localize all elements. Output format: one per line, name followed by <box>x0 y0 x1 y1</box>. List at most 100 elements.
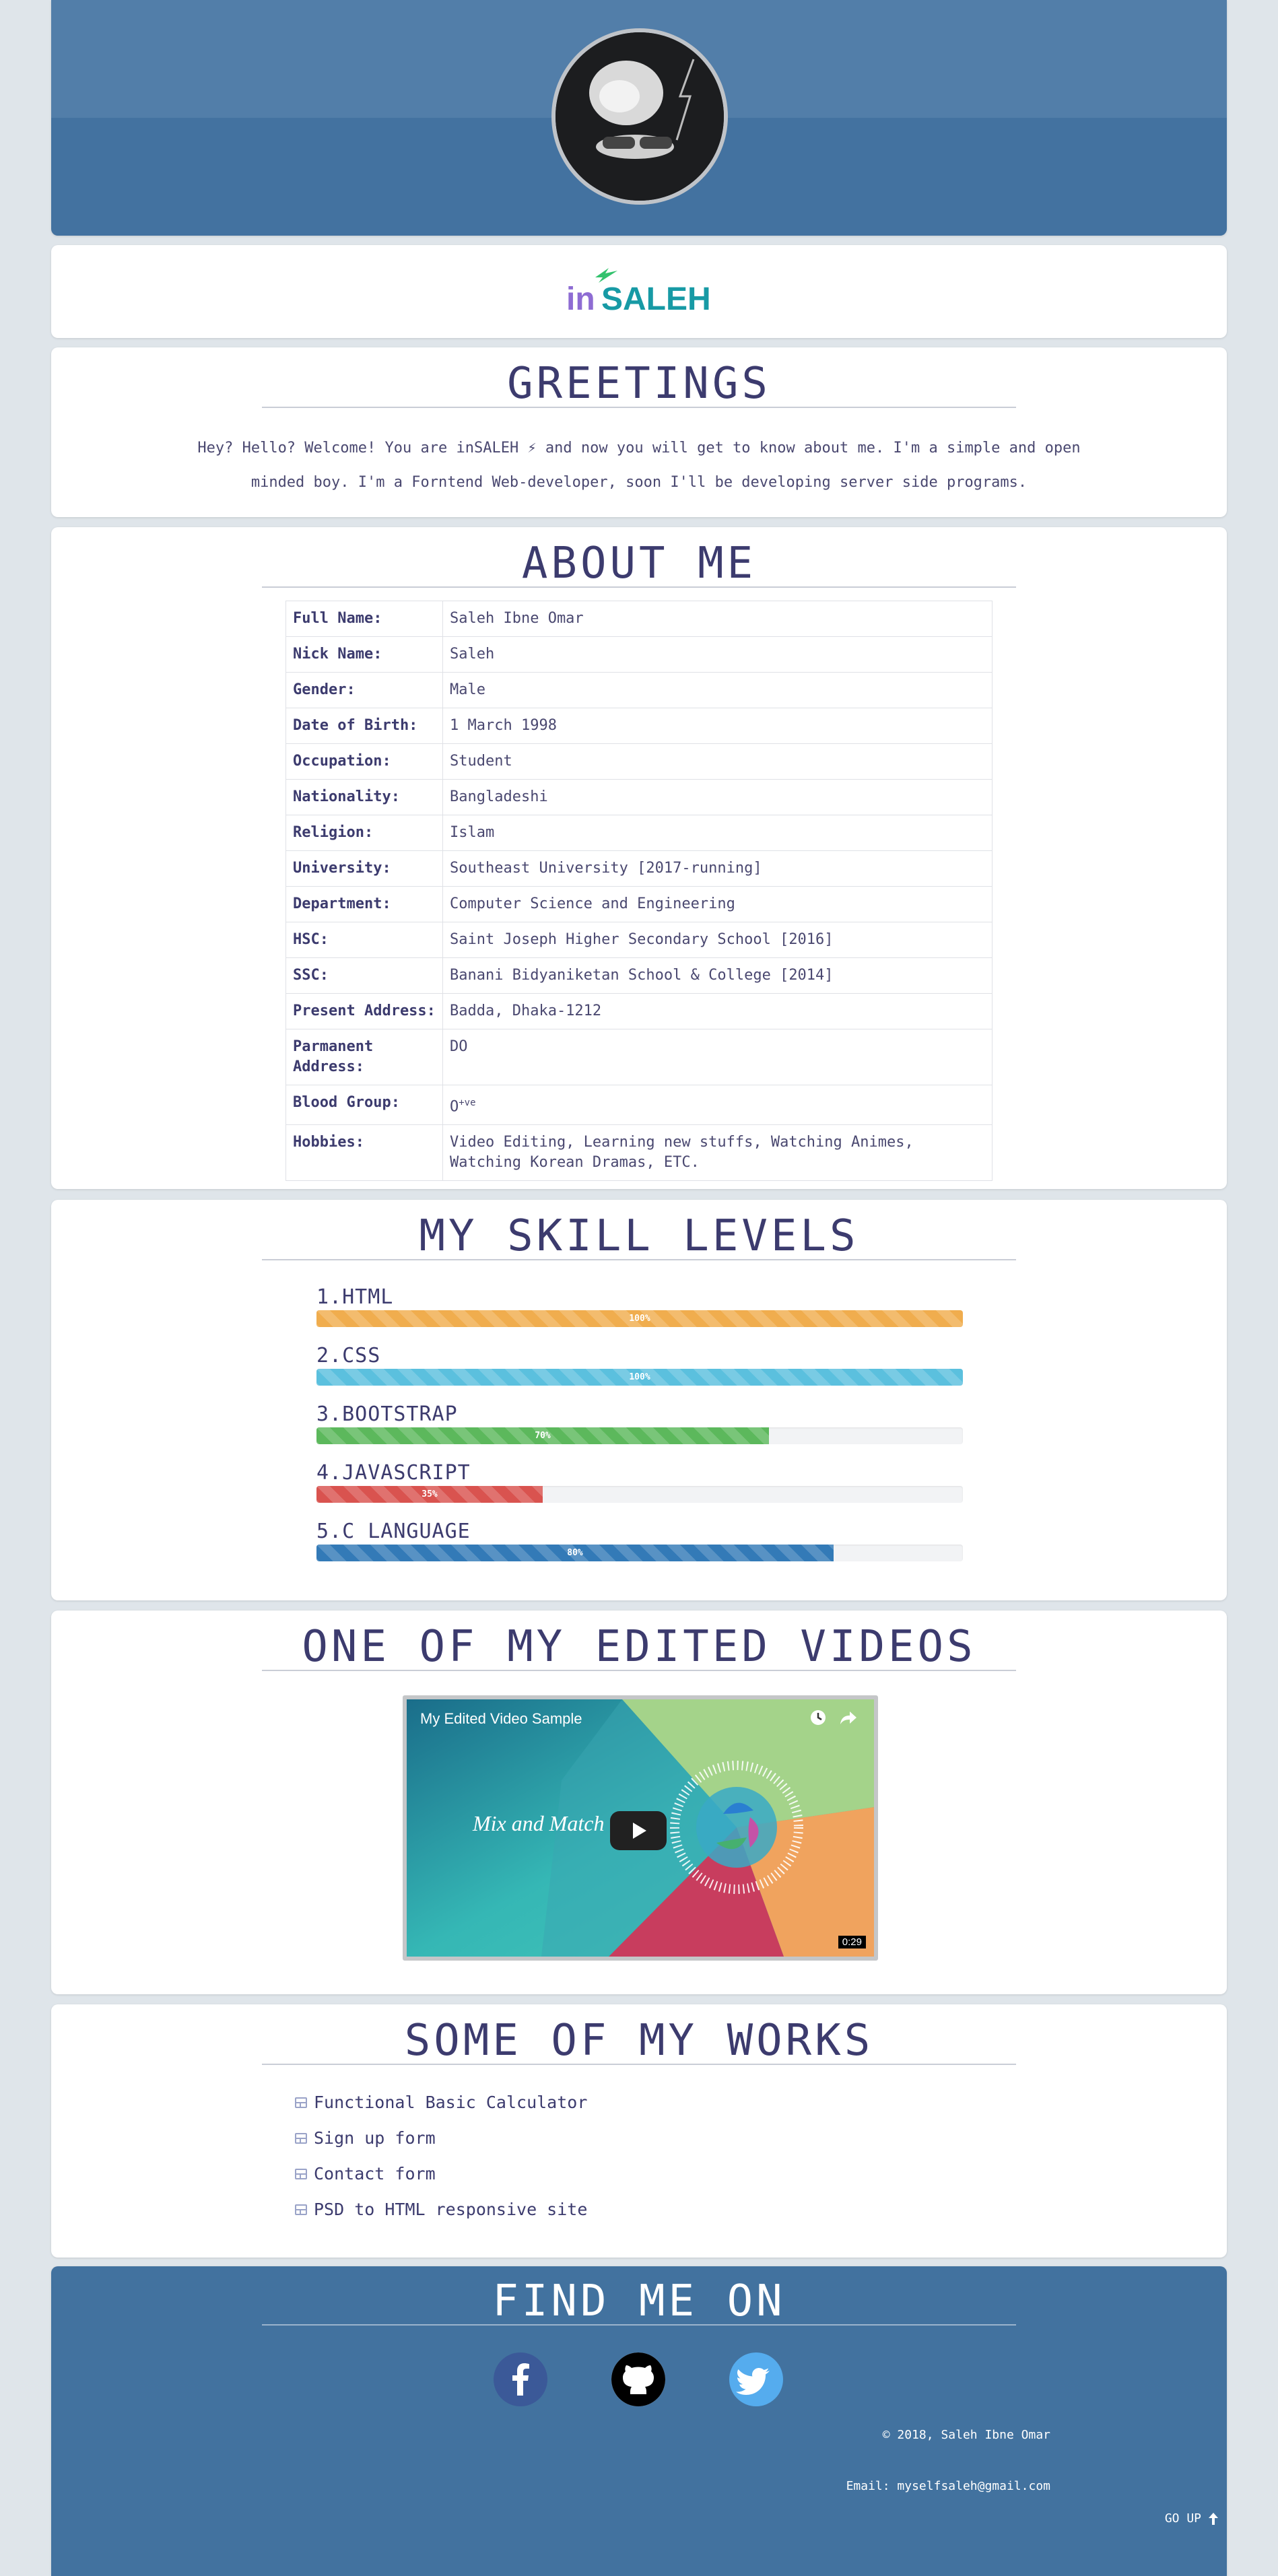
about-value: Saint Joseph Higher Secondary School [20… <box>442 922 993 958</box>
about-row: Full Name: Saleh Ibne Omar <box>285 601 993 637</box>
window-icon <box>295 2132 307 2144</box>
about-key: Hobbies: <box>285 1124 443 1182</box>
about-row: Date of Birth: 1 March 1998 <box>285 708 993 744</box>
about-row: University: Southeast University [2017-ru… <box>285 850 993 887</box>
greetings-section: GREETINGS Hey? Hello? Welcome! You are i… <box>51 347 1227 517</box>
progress-bar: 100% <box>316 1369 963 1386</box>
skill-label: 5.C LANGUAGE <box>316 1520 471 1543</box>
share-icon[interactable] <box>839 1709 858 1729</box>
logo-prefix: in <box>566 281 595 317</box>
play-button[interactable] <box>610 1811 667 1850</box>
skill-item: 1.HTML 100% <box>316 1286 963 1327</box>
about-row: Religion: Islam <box>285 815 993 851</box>
avatar <box>551 28 728 205</box>
about-row: Occupation: Student <box>285 743 993 780</box>
github-link[interactable] <box>611 2352 665 2406</box>
about-value: Badda, Dhaka-1212 <box>442 993 993 1029</box>
about-key: Date of Birth: <box>285 708 443 744</box>
about-row: Present Address: Badda, Dhaka-1212 <box>285 993 993 1029</box>
video-title[interactable]: My Edited Video Sample <box>420 1710 582 1728</box>
about-row: Parmanent Address: DO <box>285 1029 993 1085</box>
about-title: ABOUT ME <box>521 539 757 588</box>
twitter-link[interactable] <box>729 2352 783 2406</box>
video-tagline: Mix and Match <box>473 1811 605 1835</box>
progress-fill: 35% <box>316 1486 543 1503</box>
about-row: Nick Name: Saleh <box>285 636 993 673</box>
clock-icon[interactable] <box>809 1709 827 1729</box>
about-value: Islam <box>442 815 993 851</box>
work-item[interactable]: PSD to HTML responsive site <box>295 2192 587 2227</box>
divider <box>262 1259 1016 1260</box>
about-row: Hobbies: Video Editing, Learning new stuf… <box>285 1124 993 1182</box>
divider <box>262 2064 1016 2065</box>
about-value: Banani Bidyaniketan School & College [20… <box>442 957 993 994</box>
arrow-up-icon <box>1209 2512 1218 2525</box>
progress-bar: 100% <box>316 1310 963 1327</box>
facebook-icon <box>512 2363 529 2396</box>
about-value: DO <box>442 1029 993 1085</box>
about-key: SSC: <box>285 957 443 994</box>
about-row: SSC: Banani Bidyaniketan School & College… <box>285 957 993 994</box>
skills-title: MY SKILL LEVELS <box>419 1211 859 1261</box>
about-key: Nationality: <box>285 779 443 815</box>
window-icon <box>295 2097 307 2108</box>
work-item-label[interactable]: Functional Basic Calculator <box>314 2093 587 2112</box>
divider <box>262 1670 1016 1671</box>
greetings-text: Hey? Hello? Welcome! You are inSALEH ⚡ a… <box>197 440 1081 491</box>
logo-suffix: SALEH <box>601 281 711 317</box>
work-item-label[interactable]: Contact form <box>314 2164 436 2183</box>
work-item[interactable]: Sign up form <box>295 2120 587 2156</box>
about-key: Religion: <box>285 815 443 851</box>
skill-label: 3.BOOTSTRAP <box>316 1402 458 1426</box>
works-list: Functional Basic Calculator Sign up form C… <box>295 2084 587 2227</box>
divider <box>262 2324 1016 2326</box>
work-item[interactable]: Functional Basic Calculator <box>295 2084 587 2120</box>
work-item-label[interactable]: PSD to HTML responsive site <box>314 2200 587 2219</box>
divider <box>262 407 1016 408</box>
github-icon <box>611 2352 665 2406</box>
skill-item: 5.C LANGUAGE 80% <box>316 1520 963 1561</box>
skill-label: 4.JAVASCRIPT <box>316 1461 471 1485</box>
progress-bar: 80% <box>316 1545 963 1561</box>
about-key: Nick Name: <box>285 636 443 673</box>
skill-item: 3.BOOTSTRAP 70% <box>316 1403 963 1444</box>
email-text[interactable]: Email: myselfsaleh@gmail.com <box>846 2479 1050 2493</box>
footer: FIND ME ON © 2018, Saleh Ibne Omar Email… <box>51 2266 1227 2576</box>
about-row: Department: Computer Science and Engineer… <box>285 886 993 922</box>
work-item[interactable]: Contact form <box>295 2156 587 2192</box>
footer-title: FIND ME ON <box>492 2276 786 2326</box>
copyright-text: © 2018, Saleh Ibne Omar <box>882 2428 1050 2442</box>
greetings-title: GREETINGS <box>507 359 771 409</box>
about-value: Saleh Ibne Omar <box>442 601 993 637</box>
about-key: Parmanent Address: <box>285 1029 443 1085</box>
go-up-label: GO UP <box>1164 2511 1201 2526</box>
work-item-label[interactable]: Sign up form <box>314 2128 436 2148</box>
skill-label: 2.CSS <box>316 1344 381 1367</box>
progress-fill: 100% <box>316 1369 963 1386</box>
works-title: SOME OF MY WORKS <box>404 2016 874 2066</box>
about-value: 1 March 1998 <box>442 708 993 744</box>
about-key: HSC: <box>285 922 443 958</box>
progress-fill: 100% <box>316 1310 963 1327</box>
facebook-link[interactable] <box>494 2352 547 2406</box>
progress-fill: 80% <box>316 1545 834 1561</box>
progress-fill: 70% <box>316 1427 769 1444</box>
about-key: Gender: <box>285 672 443 708</box>
progress-bar: 35% <box>316 1486 963 1503</box>
skills-section: MY SKILL LEVELS 1.HTML 100% 2.CSS 100% 3.BOO… <box>51 1200 1227 1600</box>
play-icon <box>633 1823 646 1839</box>
about-value: Bangladeshi <box>442 779 993 815</box>
about-table: Full Name: Saleh Ibne Omar Nick Name: Saleh… <box>285 601 993 1182</box>
about-value: Southeast University [2017-running] <box>442 850 993 887</box>
about-value: Male <box>442 672 993 708</box>
site-logo[interactable]: in SALEH <box>51 264 1227 320</box>
go-up-button[interactable]: GO UP <box>1165 2511 1219 2526</box>
about-value: Student <box>442 743 993 780</box>
about-value: O+ve <box>442 1084 993 1126</box>
about-row: Gender: Male <box>285 672 993 708</box>
about-value: Computer Science and Engineering <box>442 886 993 922</box>
video-player[interactable]: My Edited Video Sample Mix and Match 0:2… <box>403 1695 878 1961</box>
about-key: Full Name: <box>285 601 443 637</box>
about-key: Department: <box>285 886 443 922</box>
about-row: HSC: Saint Joseph Higher Secondary School… <box>285 922 993 958</box>
